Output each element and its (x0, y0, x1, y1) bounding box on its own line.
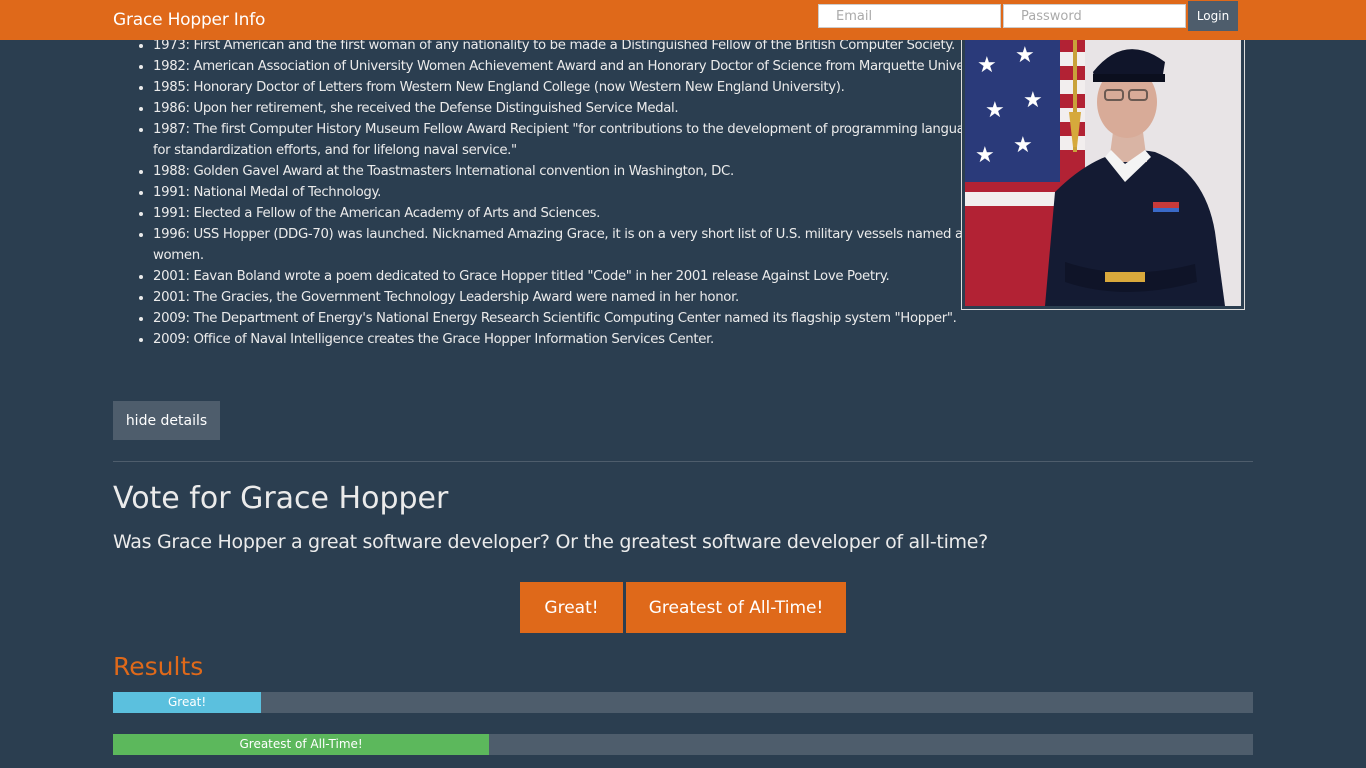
list-item: 2009: The Department of Energy's Nationa… (153, 308, 1003, 329)
list-item: 2001: The Gracies, the Government Techno… (153, 287, 1003, 308)
brand-title[interactable]: Grace Hopper Info (113, 10, 265, 30)
email-field[interactable] (818, 4, 1001, 28)
svg-text:★: ★ (1023, 88, 1043, 113)
hide-details-button[interactable]: hide details (113, 401, 220, 440)
vote-heading: Vote for Grace Hopper (113, 481, 449, 516)
great-progress-bar: Great! (113, 692, 262, 713)
list-item: 1987: The first Computer History Museum … (153, 119, 1003, 161)
greatest-progress-track: Greatest of All-Time! (113, 734, 1253, 755)
password-field[interactable] (1003, 4, 1186, 28)
list-item: 1996: USS Hopper (DDG-70) was launched. … (153, 224, 1003, 266)
svg-text:★: ★ (1013, 133, 1033, 158)
list-item: 1982: American Association of University… (153, 56, 1003, 77)
list-item: 2001: Eavan Boland wrote a poem dedicate… (153, 266, 1003, 287)
portrait-photo: ★ ★ ★ ★ ★ ★ (961, 28, 1245, 310)
vote-great-button[interactable]: Great! (520, 582, 623, 633)
svg-text:★: ★ (985, 98, 1005, 123)
list-item: 1991: National Medal of Technology. (153, 182, 1003, 203)
list-item: 1986: Upon her retirement, she received … (153, 98, 1003, 119)
list-item: 1988: Golden Gavel Award at the Toastmas… (153, 161, 1003, 182)
greatest-progress-bar: Greatest of All-Time! (113, 734, 490, 755)
awards-list: 1973: First American and the first woman… (113, 35, 1003, 350)
portrait-image: ★ ★ ★ ★ ★ ★ (965, 32, 1241, 306)
great-progress-track: Great! (113, 692, 1253, 713)
svg-text:★: ★ (1015, 43, 1035, 68)
login-button[interactable]: Login (1188, 1, 1238, 31)
vote-question: Was Grace Hopper a great software develo… (113, 531, 988, 553)
section-divider (113, 461, 1253, 462)
results-heading: Results (113, 652, 204, 681)
svg-text:★: ★ (977, 53, 997, 78)
list-item: 2009: Office of Naval Intelligence creat… (153, 329, 1003, 350)
svg-text:★: ★ (975, 143, 995, 168)
navbar: Grace Hopper Info Login (0, 0, 1366, 40)
list-item: 1991: Elected a Fellow of the American A… (153, 203, 1003, 224)
vote-greatest-button[interactable]: Greatest of All-Time! (626, 582, 846, 633)
list-item: 1985: Honorary Doctor of Letters from We… (153, 77, 1003, 98)
